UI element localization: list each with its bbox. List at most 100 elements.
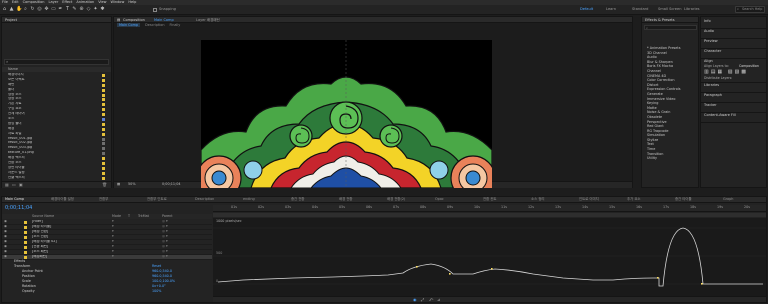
align-buttons-icon[interactable]: ▥▤▦ ▧▨▩ (704, 69, 748, 76)
side-panel-align[interactable]: Align Align Layers to: Composition ▥▤▦ ▧▨▩ D… (701, 59, 767, 83)
menu-view[interactable]: View (98, 0, 106, 4)
layer-label-color[interactable] (24, 241, 27, 244)
zoom-tool-icon[interactable]: ⌕ (23, 7, 28, 12)
brush-tool-icon[interactable]: ✎ (72, 7, 77, 12)
label-color-swatch[interactable] (102, 171, 105, 175)
hand-tool-icon[interactable]: ✋ (16, 7, 22, 12)
keyframe-interp-icon[interactable]: ⊿ (437, 297, 440, 303)
label-color-swatch[interactable] (102, 127, 105, 131)
layer-label-color[interactable] (24, 246, 27, 249)
visibility-eye-icon[interactable]: ◉ (4, 245, 7, 249)
pen-tool-icon[interactable]: ✒ (58, 7, 63, 12)
label-color-swatch[interactable] (102, 74, 105, 77)
label-color-swatch[interactable] (102, 152, 105, 156)
parent-pickwhip-icon[interactable]: ◎ ▾ (162, 235, 168, 239)
easy-ease-icon[interactable]: ⤺ (429, 297, 433, 303)
menu-layer[interactable]: Layer (49, 0, 59, 4)
parent-pickwhip-icon[interactable]: ◎ ▾ (162, 240, 168, 244)
property-value[interactable]: 100% (152, 289, 161, 294)
rectangle-tool-icon[interactable]: ▭ (51, 7, 56, 12)
label-color-swatch[interactable] (102, 162, 105, 166)
label-color-swatch[interactable] (102, 118, 105, 122)
menu-file[interactable]: File (2, 0, 8, 4)
trash-icon[interactable]: 🗑 (102, 182, 107, 188)
column-header-t[interactable]: T (128, 214, 130, 219)
parent-pickwhip-icon[interactable]: ◎ ▾ (162, 250, 168, 254)
new-composition-icon[interactable]: ▣ (19, 182, 23, 188)
menu-composition[interactable]: Composition (23, 0, 45, 4)
zoom-select[interactable]: 50% (128, 182, 136, 187)
workspace-tab-learn[interactable]: Learn (606, 7, 616, 11)
menu-edit[interactable]: Edit (12, 0, 19, 4)
visibility-eye-icon[interactable]: ◉ (4, 255, 7, 259)
timeline-tab[interactable]: ending (243, 197, 255, 202)
label-color-swatch[interactable] (102, 113, 105, 117)
side-panel-preview[interactable]: Preview (701, 39, 767, 49)
menu-effect[interactable]: Effect (62, 0, 72, 4)
parent-pickwhip-icon[interactable]: ◎ ▾ (162, 245, 168, 249)
project-column-name[interactable]: Name (2, 67, 111, 72)
parent-pickwhip-icon[interactable]: ◎ ▾ (162, 255, 168, 259)
workspace-tab-default[interactable]: Default (580, 7, 593, 11)
home-icon[interactable]: ⌂ (2, 7, 7, 12)
label-color-swatch[interactable] (102, 157, 105, 161)
side-panel-info[interactable]: Info (701, 19, 767, 29)
timeline-tab[interactable]: 중간 타이틀 (675, 197, 692, 202)
puppet-tool-icon[interactable]: ✱ (100, 7, 105, 12)
column-header-parent[interactable]: Parent (162, 214, 173, 219)
blend-mode-select[interactable]: ▾ (112, 245, 114, 249)
layer-label-color[interactable] (24, 221, 27, 224)
blend-mode-select[interactable]: ▾ (112, 220, 114, 224)
timeline-tab[interactable]: Opac (435, 197, 444, 202)
side-panel-libraries[interactable]: Libraries (701, 83, 767, 93)
visibility-eye-icon[interactable]: ◉ (4, 225, 7, 229)
timeline-tab[interactable]: 추가 요소 (627, 197, 641, 202)
timeline-tab[interactable]: 전환부 인트로 (147, 197, 167, 202)
effect-category[interactable]: Utility (642, 156, 698, 162)
menu-window[interactable]: Window (111, 0, 125, 4)
label-color-swatch[interactable] (102, 108, 105, 112)
workspace-tab-small-screen[interactable]: Small Screen (658, 7, 681, 11)
column-header-source-name[interactable]: Source Name (32, 214, 54, 219)
breadcrumb-main-comp[interactable]: Main Comp (117, 23, 141, 27)
project-search-input[interactable]: ⌕ (4, 59, 109, 65)
property-row[interactable]: Opacity 100% (2, 289, 212, 295)
snapping-checkbox[interactable] (153, 8, 157, 12)
visibility-eye-icon[interactable]: ◉ (4, 240, 7, 244)
column-header-mode[interactable]: Mode (112, 214, 121, 219)
type-tool-icon[interactable]: T (65, 7, 70, 12)
label-color-swatch[interactable] (102, 83, 105, 87)
visibility-eye-icon[interactable]: ◉ (4, 235, 7, 239)
rotate-tool-icon[interactable]: ↻ (30, 7, 35, 12)
menu-help[interactable]: Help (128, 0, 136, 4)
blend-mode-select[interactable]: ▾ (112, 225, 114, 229)
label-color-swatch[interactable] (102, 103, 105, 107)
timeline-tab[interactable]: 배경 전환 (339, 197, 353, 202)
side-panel-character[interactable]: Character (701, 49, 767, 59)
search-help-input[interactable]: ⌕ Search Help (735, 6, 765, 13)
timeline-tab[interactable]: Description (195, 197, 214, 202)
composition-viewer-canvas[interactable] (201, 40, 492, 188)
label-color-swatch[interactable] (102, 147, 105, 151)
timeline-tab[interactable]: 배경타이틀 설정 (51, 197, 74, 202)
breadcrumb-finally[interactable]: Finally (170, 23, 181, 27)
column-header-trkmat[interactable]: TrkMat (138, 214, 149, 219)
label-color-swatch[interactable] (102, 98, 105, 102)
blend-mode-select[interactable]: ▾ (112, 230, 114, 234)
label-color-swatch[interactable] (102, 88, 105, 92)
graph-editor[interactable]: 1000 pixels/sec 500 0 (213, 218, 766, 296)
visibility-eye-icon[interactable]: ◉ (4, 230, 7, 234)
time-ruler[interactable]: 01s 02s 03s 04s 05s 06s 07s 08s 09s 10s 11s 12s 13s 1… (213, 205, 766, 212)
timeline-tab[interactable]: 전환부 (99, 197, 108, 202)
clone-tool-icon[interactable]: ⊕ (79, 7, 84, 12)
layer-panel-tab[interactable]: Layer 배경패턴 (196, 17, 220, 22)
blend-mode-select[interactable]: ▾ (112, 235, 114, 239)
timeline-timecode[interactable]: 0;00;11;04 (5, 205, 32, 212)
side-panel-audio[interactable]: Audio (701, 29, 767, 39)
menu-animation[interactable]: Animation (76, 0, 94, 4)
layer-label-color[interactable] (24, 236, 27, 239)
camera-tool-icon[interactable]: ◎ (37, 7, 42, 12)
label-color-swatch[interactable] (102, 137, 105, 141)
pan-behind-tool-icon[interactable]: ✥ (44, 7, 49, 12)
fit-selection-icon[interactable]: ⤢ (421, 297, 424, 303)
